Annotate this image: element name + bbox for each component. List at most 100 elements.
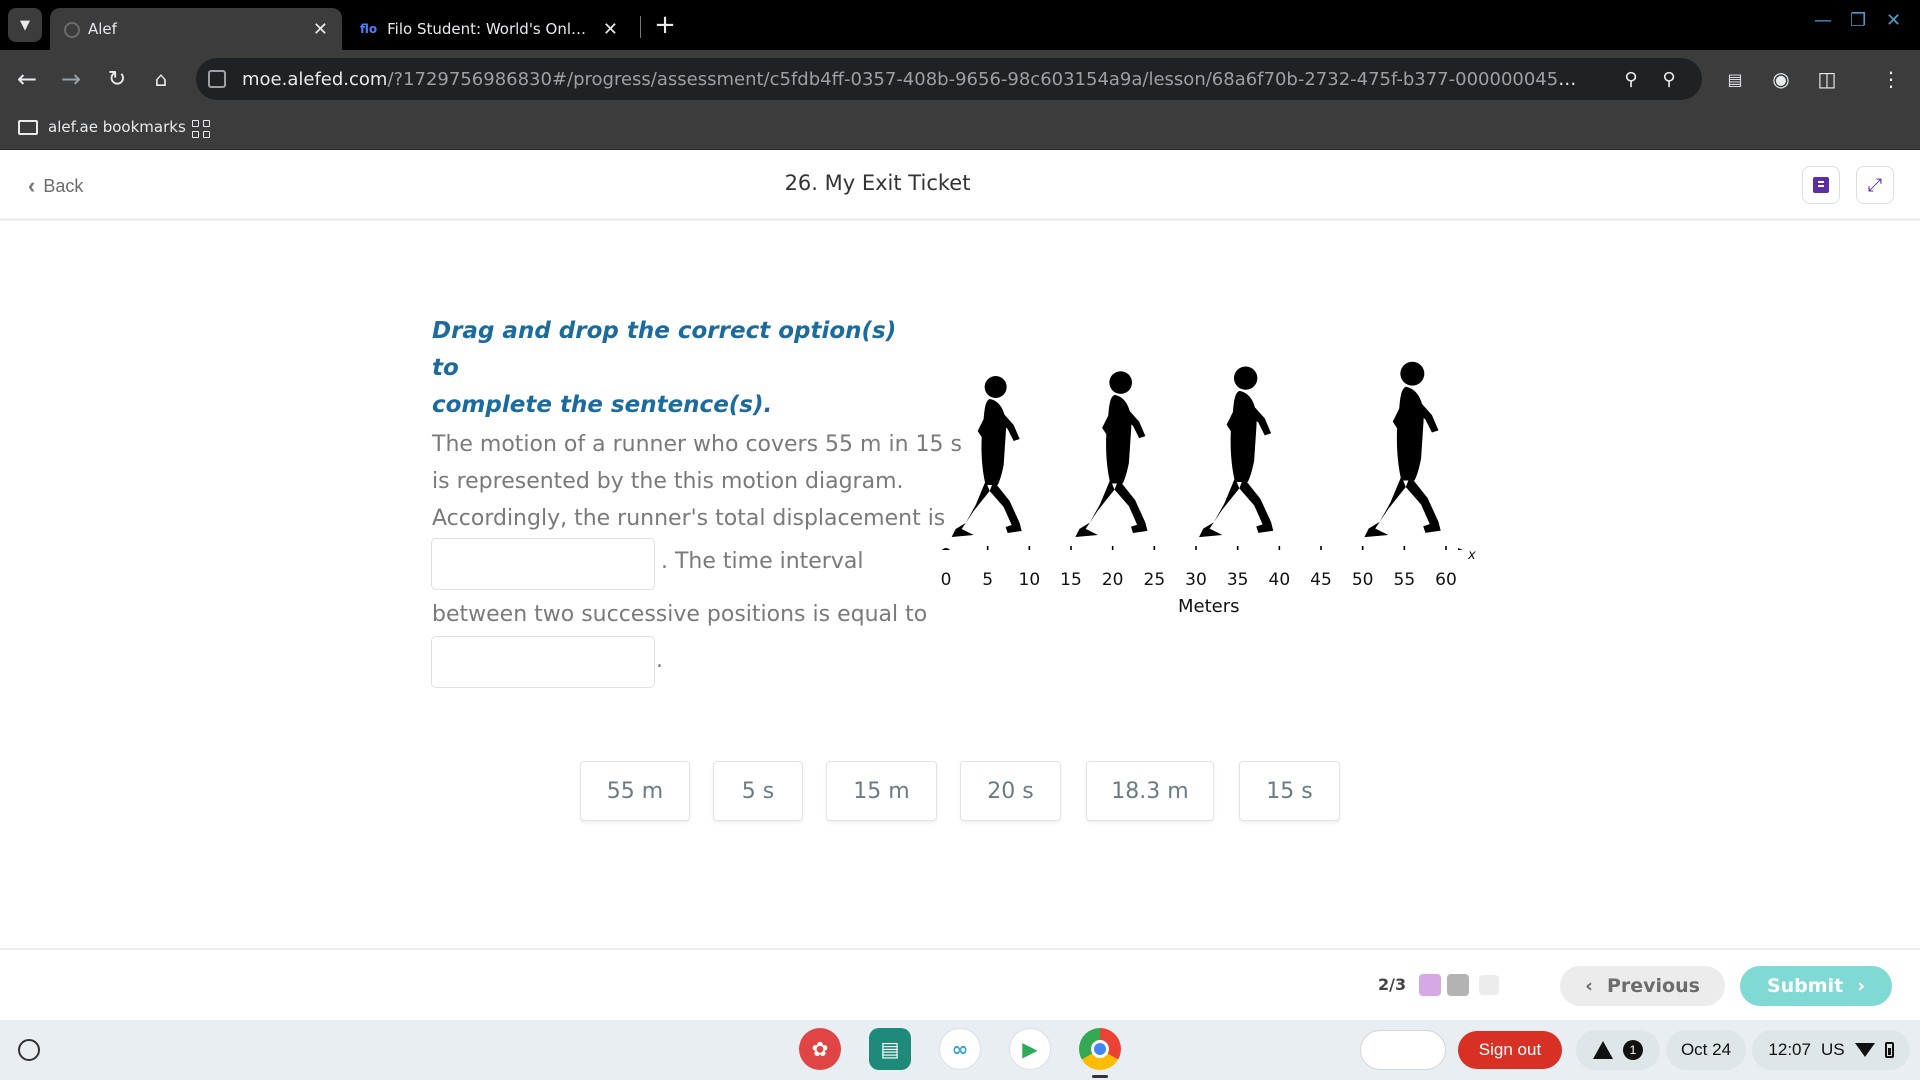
axis-tick-label: 45: [1310, 570, 1332, 590]
question-text-line: Accordingly, the runner's total displace…: [432, 506, 946, 531]
reload-icon[interactable]: ↻: [102, 64, 132, 94]
option-chip[interactable]: 5 s: [713, 761, 803, 821]
question-text-line: is represented by the this motion diagra…: [432, 469, 904, 494]
system-tray[interactable]: 12:07 US: [1752, 1030, 1910, 1070]
new-tab-button[interactable]: +: [650, 10, 680, 40]
axis-tick-label: 50: [1351, 570, 1374, 590]
extension-filo-icon[interactable]: ◉: [1766, 64, 1796, 94]
axis-tick-label: 30: [1185, 570, 1207, 590]
link-app-icon[interactable]: ∞: [939, 1028, 981, 1070]
option-chip[interactable]: 18.3 m: [1086, 761, 1214, 821]
notifications-button[interactable]: 1: [1576, 1030, 1660, 1070]
chrome-app-icon[interactable]: [1079, 1028, 1121, 1070]
motion-diagram-graphic: [942, 361, 1463, 550]
runner-silhouette: [1075, 371, 1148, 538]
warning-icon: [1593, 1041, 1613, 1059]
instruction-line: Drag and drop the correct option(s) to: [432, 318, 897, 381]
locale-text: US: [1820, 1040, 1845, 1059]
axis-origin-dot: [942, 548, 950, 550]
axis-tick-label: 40: [1268, 570, 1291, 590]
calendar-button[interactable]: Oct 24: [1666, 1030, 1746, 1070]
axis-tick-label: 20: [1101, 570, 1124, 590]
restore-icon[interactable]: ❐: [1850, 10, 1866, 31]
axis-tick-label: 5: [982, 570, 994, 590]
lesson-header: ‹ Back 26. My Exit Ticket ⤢: [0, 151, 1920, 221]
option-chip[interactable]: 55 m: [580, 761, 690, 821]
cast-icon[interactable]: ▤: [1720, 64, 1750, 94]
question-footer: 2/3 ‹ Previous Submit ›: [0, 948, 1920, 1020]
zoom-icon[interactable]: ⚲: [1658, 68, 1680, 90]
bookmarks-bar: alef.ae bookmarks: [0, 108, 1920, 150]
submit-button[interactable]: Submit ›: [1740, 966, 1892, 1006]
book-icon: [1813, 177, 1829, 193]
os-shelf: ✿ ▤ ∞ ▶ Sign out 1 Oct 24 12:07 US: [0, 1020, 1920, 1080]
close-tab-icon[interactable]: ✕: [603, 19, 618, 40]
launcher-icon[interactable]: [18, 1039, 40, 1061]
url-text: moe.alefed.com/?1729756986830#/progress/…: [242, 68, 1582, 90]
axis-tick-label: 0: [940, 570, 952, 590]
axis-tick-label: 25: [1143, 570, 1166, 590]
runner-silhouette: [1199, 366, 1274, 538]
question-text-fragment: . The time interval: [661, 549, 864, 574]
glossary-button[interactable]: [1802, 166, 1840, 204]
paint-app-icon[interactable]: ✿: [799, 1028, 841, 1070]
site-info-icon[interactable]: [208, 70, 226, 88]
question-text-line: between two successive positions is equa…: [432, 602, 928, 627]
wifi-icon: [1854, 1043, 1875, 1057]
option-chip[interactable]: 15 m: [826, 761, 937, 821]
progress-dot-done[interactable]: [1419, 974, 1441, 996]
back-arrow-icon[interactable]: ←: [12, 64, 42, 94]
play-store-icon[interactable]: ▶: [1009, 1028, 1051, 1070]
option-chip[interactable]: 20 s: [960, 761, 1061, 821]
runner-silhouette: [951, 376, 1022, 537]
browser-toolbar: ← → ↻ ⌂ moe.alefed.com/?1729756986830#/p…: [0, 50, 1920, 108]
runner-figures: [951, 361, 1441, 538]
axis-tick-label: 55: [1393, 570, 1416, 590]
close-tab-icon[interactable]: ✕: [313, 19, 328, 40]
tab-search-button[interactable]: ▼: [8, 8, 42, 42]
home-icon[interactable]: ⌂: [146, 64, 176, 94]
runner-silhouette: [1364, 361, 1441, 538]
axis-tick-label: 60: [1435, 570, 1457, 590]
question-instruction: Drag and drop the correct option(s) to c…: [432, 313, 912, 424]
tab-title: Filo Student: World's Only Live I: [387, 20, 593, 38]
tab-filo[interactable]: flo Filo Student: World's Only Live I ✕: [350, 8, 632, 50]
tote-thumbnail[interactable]: [1360, 1030, 1446, 1070]
option-chip[interactable]: 15 s: [1239, 761, 1340, 821]
axis-variable: x: [1468, 548, 1476, 563]
location-pin-icon[interactable]: ⚲: [1620, 68, 1642, 90]
displacement-drop-zone[interactable]: [431, 538, 655, 590]
axis-tick-label: 35: [1226, 570, 1249, 590]
extensions-puzzle-icon[interactable]: ◫: [1812, 64, 1842, 94]
classroom-app-icon[interactable]: ▤: [869, 1028, 911, 1070]
previous-label: Previous: [1606, 975, 1700, 997]
sign-out-button[interactable]: Sign out: [1458, 1031, 1562, 1069]
progress-counter: 2/3: [1378, 975, 1407, 994]
tab-alef[interactable]: Alef ✕: [50, 8, 342, 50]
address-bar[interactable]: moe.alefed.com/?1729756986830#/progress/…: [196, 58, 1702, 100]
minimize-icon[interactable]: —: [1814, 10, 1832, 31]
fullscreen-button[interactable]: ⤢: [1856, 166, 1894, 204]
progress-dot-current[interactable]: [1447, 974, 1469, 996]
tab-title: Alef: [88, 20, 117, 38]
expand-icon: ⤢: [1867, 174, 1883, 196]
bookmarks-folder[interactable]: alef.ae bookmarks: [18, 118, 186, 136]
chevron-right-icon: ›: [1857, 975, 1866, 997]
menu-kebab-icon[interactable]: ⋮: [1876, 64, 1906, 94]
notification-count: 1: [1623, 1040, 1643, 1060]
time-text: 12:07: [1768, 1040, 1811, 1059]
motion-diagram: 0 5 10 15 20 25 30 35 40 45 50 55 60 Meters x: [930, 340, 1490, 630]
time-interval-drop-zone[interactable]: [431, 636, 655, 688]
filo-favicon-icon: flo: [360, 22, 378, 36]
forward-arrow-icon[interactable]: →: [56, 64, 86, 94]
bookmarks-folder-label: alef.ae bookmarks: [48, 118, 186, 136]
chevron-down-icon: ▼: [20, 17, 30, 33]
close-window-icon[interactable]: ✕: [1886, 10, 1901, 31]
position-axis: [942, 546, 1463, 550]
previous-button[interactable]: ‹ Previous: [1560, 966, 1725, 1006]
apps-grid-icon[interactable]: [192, 120, 210, 138]
progress-dot-pending[interactable]: [1479, 975, 1499, 995]
tab-divider: [640, 16, 641, 38]
browser-tab-bar: ▼ Alef ✕ flo Filo Student: World's Only …: [0, 0, 1920, 50]
axis-tick-label: 10: [1018, 570, 1041, 590]
